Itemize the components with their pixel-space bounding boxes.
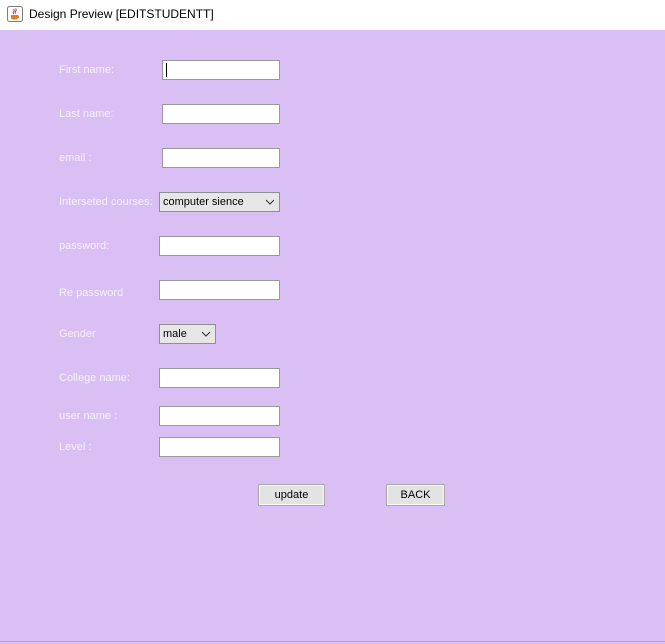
last-name-input[interactable] xyxy=(162,104,280,124)
password-label: password: xyxy=(59,240,110,252)
re-password-label: Re password xyxy=(59,287,124,299)
gender-dropdown[interactable]: male xyxy=(159,324,216,344)
title-bar: Design Preview [EDITSTUDENTT] xyxy=(0,0,665,30)
update-button[interactable]: update xyxy=(258,484,325,506)
password-input[interactable] xyxy=(159,236,280,256)
chevron-down-icon xyxy=(201,331,211,337)
interested-courses-dropdown[interactable]: computer sience xyxy=(159,192,280,212)
college-name-input[interactable] xyxy=(159,368,280,388)
college-name-label: College name: xyxy=(59,372,130,384)
last-name-label: Last name: xyxy=(59,108,114,120)
bottom-edge xyxy=(0,641,665,642)
email-input[interactable] xyxy=(162,148,280,168)
email-label: email : xyxy=(59,152,92,164)
chevron-down-icon xyxy=(265,199,275,205)
first-name-label: First name: xyxy=(59,64,115,76)
gender-value: male xyxy=(163,328,187,340)
form-panel xyxy=(0,30,665,644)
gender-label: Gender xyxy=(59,328,96,340)
java-app-icon xyxy=(7,6,23,22)
back-button[interactable]: BACK xyxy=(386,484,445,506)
window-title: Design Preview [EDITSTUDENTT] xyxy=(29,7,214,21)
user-name-input[interactable] xyxy=(159,406,280,426)
text-caret xyxy=(166,63,167,77)
level-label: Level : xyxy=(59,441,92,453)
interested-courses-value: computer sience xyxy=(163,196,244,208)
interested-courses-label: Interseted courses: xyxy=(59,196,153,208)
user-name-label: user name : xyxy=(59,410,118,422)
first-name-input[interactable] xyxy=(162,60,280,80)
re-password-input[interactable] xyxy=(159,280,280,300)
level-input[interactable] xyxy=(159,437,280,457)
